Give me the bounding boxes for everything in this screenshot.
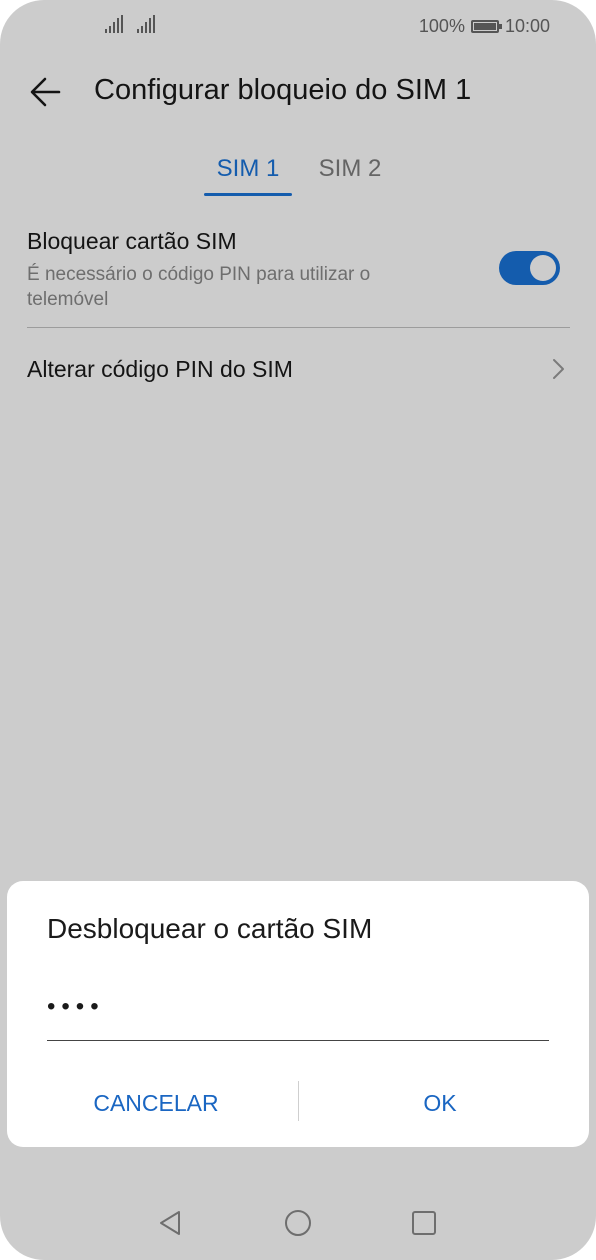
button-separator <box>298 1081 299 1121</box>
pin-input-underline <box>47 1040 549 1041</box>
cancel-button[interactable]: CANCELAR <box>41 1081 271 1125</box>
dialog-title: Desbloquear o cartão SIM <box>47 913 373 944</box>
pin-input[interactable]: •••• <box>47 985 549 1041</box>
pin-masked-value: •••• <box>47 993 105 1020</box>
ok-button[interactable]: OK <box>325 1081 555 1125</box>
phone-screen: 100% 10:00 Configurar bloqueio do SIM 1 … <box>0 0 596 1260</box>
unlock-sim-dialog: Desbloquear o cartão SIM •••• CANCELAR O… <box>7 881 589 1147</box>
